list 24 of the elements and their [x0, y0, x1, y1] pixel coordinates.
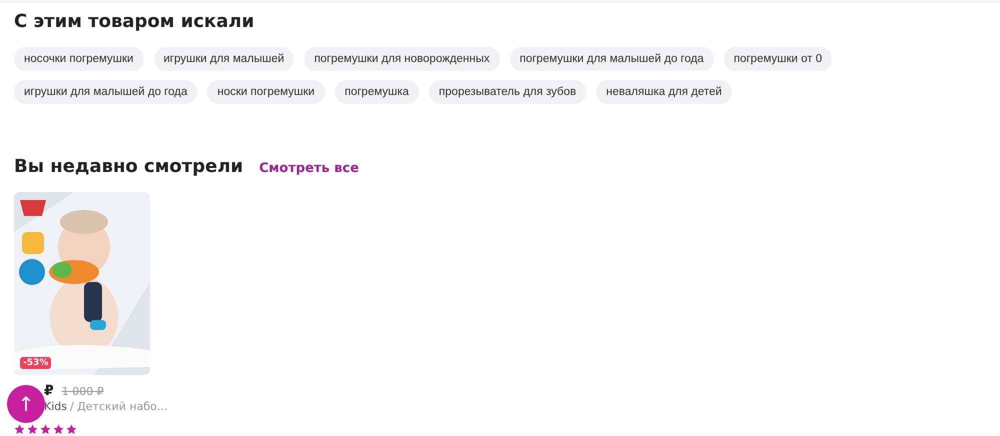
search-chip[interactable]: носочки погремушки: [14, 47, 144, 71]
star-icon: [66, 424, 77, 435]
section-title: С этим товаром искали: [14, 11, 256, 32]
old-price: 1 000 ₽: [62, 385, 104, 398]
product-name: / Детский набо...: [70, 400, 168, 413]
section-title: Вы недавно смотрели: [14, 156, 244, 177]
star-icon: [27, 424, 38, 435]
search-chip[interactable]: погремушки от 0: [724, 47, 832, 71]
search-chip[interactable]: игрушки для малышей: [154, 47, 294, 71]
star-icon: [53, 424, 64, 435]
scroll-top-button[interactable]: ↑: [7, 385, 45, 423]
search-chip[interactable]: погремушка: [334, 80, 419, 104]
star-icon: [14, 424, 25, 435]
search-chip[interactable]: носки погремушки: [207, 80, 325, 104]
brand-name: Kids: [44, 400, 67, 413]
search-chip[interactable]: игрушки для малышей до года: [14, 80, 198, 104]
search-chip[interactable]: неваляшка для детей: [596, 80, 732, 104]
see-all-link[interactable]: Смотреть все: [259, 161, 359, 176]
search-chip[interactable]: погремушки для малышей до года: [510, 47, 714, 71]
star-icon: [40, 424, 51, 435]
search-chip[interactable]: погремушки для новорожденных: [304, 47, 500, 71]
search-chip[interactable]: прорезыватель для зубов: [428, 80, 586, 104]
discount-badge: -53%: [20, 357, 52, 369]
price: ₽: [44, 383, 54, 399]
